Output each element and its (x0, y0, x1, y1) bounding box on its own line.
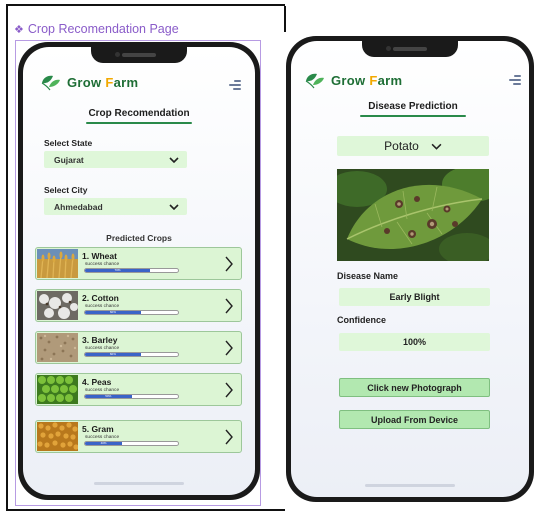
diamond-icon: ❖ (14, 23, 24, 36)
barley-image (37, 333, 78, 362)
leaf-logo-icon (305, 73, 324, 89)
home-indicator[interactable] (94, 482, 184, 485)
crop-sub: success chance (85, 435, 120, 440)
leaf-logo-icon (41, 75, 60, 91)
phone-notch (362, 41, 458, 57)
brand-logo[interactable]: Grow Farm (303, 71, 402, 89)
crop-select-value: Potato (384, 139, 419, 153)
page-title: Disease Prediction (337, 101, 489, 117)
chevron-right-icon[interactable] (224, 256, 234, 272)
chevron-right-icon[interactable] (224, 340, 234, 356)
success-progress-bar: 60% (84, 310, 179, 315)
phone-disease-prediction: Grow Farm Disease Prediction Potato Dise… (286, 36, 534, 502)
chevron-down-icon (169, 156, 179, 163)
crop-card-peas[interactable]: 4. Peas success chance 50% (35, 373, 242, 406)
city-value: Ahmedabad (54, 201, 103, 212)
success-progress-bar: 50% (84, 394, 179, 399)
phone-notch (91, 47, 187, 63)
disease-name-value: Early Blight (339, 288, 490, 306)
success-progress-bar: 60% (84, 352, 179, 357)
home-indicator[interactable] (365, 484, 455, 487)
state-value: Gujarat (54, 154, 84, 165)
menu-icon[interactable] (509, 75, 521, 85)
progress-fill: 60% (85, 353, 141, 356)
city-select[interactable]: Ahmedabad (44, 198, 187, 215)
phone-screen: Grow Farm Disease Prediction Potato Dise… (291, 41, 529, 497)
confidence-value: 100% (339, 333, 490, 351)
chevron-down-icon (431, 143, 442, 150)
chevron-right-icon[interactable] (224, 382, 234, 398)
brand-name: Grow Farm (331, 72, 403, 88)
gram-image (37, 422, 78, 451)
crop-name: 2. Cotton (82, 293, 119, 303)
menu-icon[interactable] (229, 80, 241, 90)
crop-name: 5. Gram (82, 424, 114, 434)
crop-card-gram[interactable]: 5. Gram success chance 40% (35, 420, 242, 453)
phone-crop-recommendation: Grow Farm Crop Recomendation Select Stat… (18, 42, 260, 500)
chevron-right-icon[interactable] (224, 298, 234, 314)
disease-name-label: Disease Name (337, 271, 399, 281)
predicted-crops-title: Predicted Crops (106, 233, 172, 243)
crop-sub: success chance (85, 304, 120, 309)
city-label: Select City (44, 185, 88, 195)
crop-name: 4. Peas (82, 377, 112, 387)
brand-logo[interactable]: Grow Farm (39, 73, 138, 91)
potato-leaf-photo (337, 169, 489, 261)
state-label: Select State (44, 138, 93, 148)
crop-name: 3. Barley (82, 335, 118, 345)
click-photo-button[interactable]: Click new Photograph (339, 378, 490, 397)
success-progress-bar: 40% (84, 441, 179, 446)
chevron-down-icon (169, 203, 179, 210)
peas-image (37, 375, 78, 404)
wheat-image (37, 249, 78, 278)
crop-sub: success chance (85, 262, 120, 267)
progress-fill: 70% (85, 269, 151, 272)
confidence-label: Confidence (337, 315, 387, 325)
crop-name: 1. Wheat (82, 251, 117, 261)
chevron-right-icon[interactable] (224, 429, 234, 445)
progress-fill: 60% (85, 311, 141, 314)
brand-name: Grow Farm (67, 74, 139, 90)
crop-sub: success chance (85, 346, 120, 351)
page-title: Crop Recomendation (63, 108, 215, 124)
crop-card-cotton[interactable]: 2. Cotton success chance 60% (35, 289, 242, 322)
crop-card-barley[interactable]: 3. Barley success chance 60% (35, 331, 242, 364)
page-label-text: Crop Recomendation Page (27, 22, 179, 36)
crop-select[interactable]: Potato (337, 136, 489, 156)
page-label: ❖ Crop Recomendation Page (14, 22, 179, 36)
phone-screen: Grow Farm Crop Recomendation Select Stat… (23, 47, 255, 495)
success-progress-bar: 70% (84, 268, 179, 273)
upload-button[interactable]: Upload From Device (339, 410, 490, 429)
progress-fill: 40% (85, 442, 123, 445)
crop-card-wheat[interactable]: 1. Wheat success chance 70% (35, 247, 242, 280)
state-select[interactable]: Gujarat (44, 151, 187, 168)
progress-fill: 50% (85, 395, 132, 398)
cotton-image (37, 291, 78, 320)
crop-sub: success chance (85, 388, 120, 393)
